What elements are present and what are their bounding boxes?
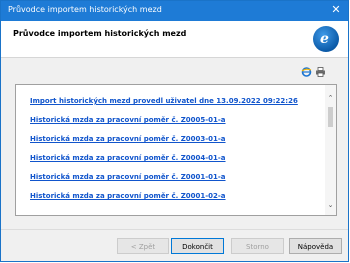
app-logo-icon: e (313, 26, 339, 52)
wage-record-link[interactable]: Historická mzda za pracovní poměr č. Z00… (30, 116, 320, 135)
scroll-thumb[interactable] (328, 107, 333, 127)
help-button[interactable]: Nápověda (289, 238, 342, 254)
page-title: Průvodce importem historických mezd (13, 29, 187, 38)
wage-record-link[interactable]: Historická mzda za pracovní poměr č. Z00… (30, 154, 320, 173)
import-log-link[interactable]: Import historických mezd provedl uživate… (30, 97, 320, 116)
title-bar[interactable]: Průvodce importem historických mezd ✕ (1, 1, 348, 21)
back-button[interactable]: < Zpět (117, 238, 169, 254)
wage-record-link[interactable]: Historická mzda za pracovní poměr č. Z00… (30, 173, 320, 192)
wage-record-link[interactable]: Historická mzda za pracovní poměr č. Z00… (30, 192, 320, 211)
close-icon: ✕ (331, 3, 341, 16)
wage-record-link[interactable]: Historická mzda za pracovní poměr č. Z00… (30, 135, 320, 154)
internet-explorer-icon[interactable] (301, 67, 312, 77)
report-view: Import historických mezd provedl uživate… (15, 84, 337, 216)
scroll-down-icon[interactable]: ⌄ (325, 200, 336, 211)
wizard-header: Průvodce importem historických mezd e (1, 21, 348, 58)
finish-button[interactable]: Dokončit (171, 238, 224, 254)
cancel-button[interactable]: Storno (231, 238, 284, 254)
wizard-window: Průvodce importem historických mezd ✕ Pr… (0, 0, 349, 262)
printer-icon[interactable] (315, 67, 326, 77)
window-title: Průvodce importem historických mezd (8, 5, 162, 14)
vertical-scrollbar[interactable]: ⌃ ⌄ (325, 85, 336, 215)
close-button[interactable]: ✕ (329, 3, 343, 17)
report-links: Import historických mezd provedl uživate… (30, 97, 320, 211)
footer-divider (1, 229, 348, 230)
scroll-up-icon[interactable]: ⌃ (325, 93, 336, 104)
